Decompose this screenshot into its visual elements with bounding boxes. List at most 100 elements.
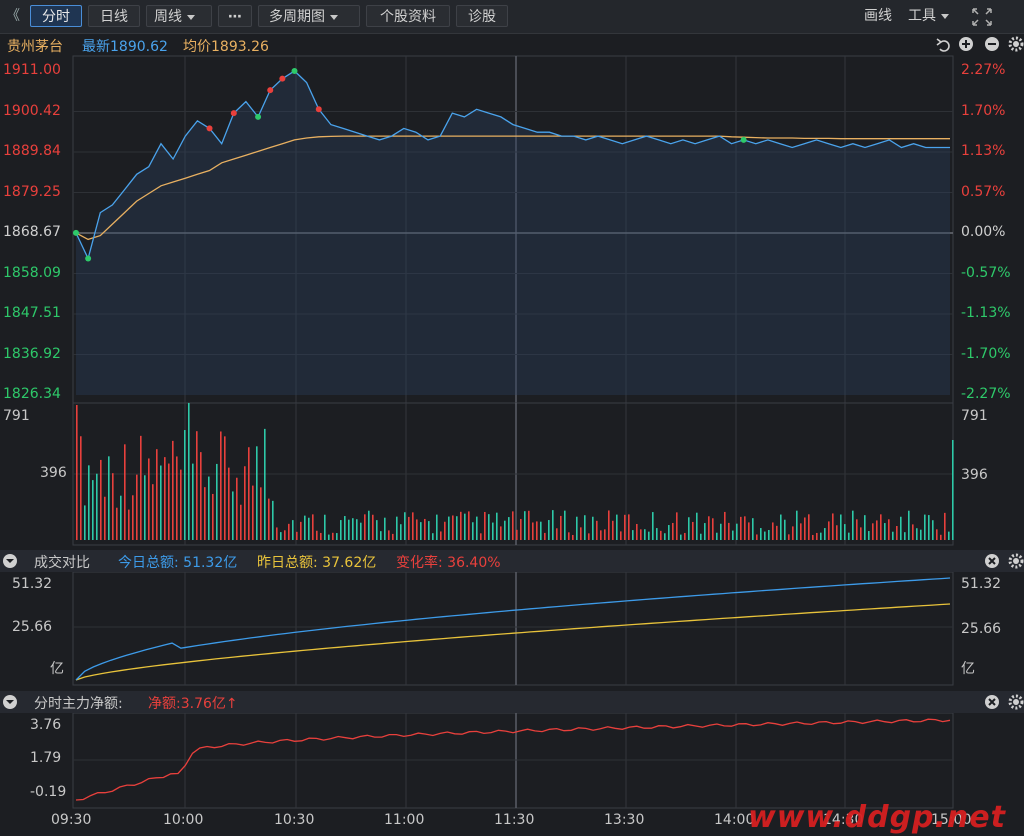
volume-bar	[120, 495, 122, 540]
volume-bar	[748, 522, 750, 540]
volume-bar	[200, 452, 202, 540]
volume-bar	[76, 405, 78, 540]
price-axis-label: 1826.34	[3, 386, 61, 402]
signal-dot	[279, 75, 286, 82]
collapse-icon[interactable]	[3, 695, 17, 709]
volume-axis-mid: 396	[40, 465, 67, 481]
volume-bar	[84, 505, 86, 540]
volume-bar	[312, 514, 314, 540]
volume-bar	[796, 510, 798, 540]
volume-bar	[744, 516, 746, 540]
volume-bar	[860, 527, 862, 540]
volume-bar	[832, 513, 834, 540]
volume-bar	[240, 504, 242, 540]
volume-bar	[96, 473, 98, 540]
volume-bar	[736, 523, 738, 540]
volume-bar	[180, 469, 182, 540]
volume-bar	[576, 516, 578, 540]
volume-bar	[940, 534, 942, 540]
volume-bar	[700, 533, 702, 540]
volume-bar	[320, 532, 322, 540]
volume-bar	[324, 514, 326, 540]
volume-bar	[784, 519, 786, 540]
volume-bar	[668, 525, 670, 540]
volume-bar	[432, 533, 434, 540]
time-axis-label: 11:00	[384, 812, 425, 828]
volume-bar	[500, 526, 502, 540]
volume-bar	[792, 526, 794, 540]
volume-bar	[340, 520, 342, 540]
volume-bar	[400, 524, 402, 540]
volume-bar	[912, 524, 914, 540]
settings-gear-icon[interactable]	[1008, 694, 1024, 710]
volume-bar	[660, 530, 662, 540]
volume-bar	[488, 514, 490, 540]
time-axis-label: 10:30	[274, 812, 315, 828]
collapse-icon[interactable]	[3, 554, 17, 568]
volume-bar	[732, 530, 734, 540]
percent-axis-label: -2.27%	[961, 386, 1011, 402]
volume-bar	[208, 476, 210, 540]
volume-bar	[820, 532, 822, 540]
settings-gear-icon[interactable]	[1008, 553, 1024, 569]
volume-bar	[360, 522, 362, 540]
volume-bar	[948, 531, 950, 540]
volume-bar	[152, 484, 154, 540]
close-icon[interactable]	[985, 554, 999, 568]
signal-dot	[230, 110, 237, 117]
volume-bar	[480, 533, 482, 540]
volume-bar	[908, 510, 910, 540]
price-axis-label: 1889.84	[3, 143, 61, 159]
volume-bar	[332, 532, 334, 540]
volume-bar	[708, 516, 710, 540]
volume-bar	[728, 522, 730, 540]
volume-bar	[248, 447, 250, 540]
volume-bar	[672, 522, 674, 540]
volume-bar	[492, 522, 494, 540]
volume-bar	[276, 527, 278, 540]
yesterday-turnover-label: 昨日总额:	[257, 555, 318, 571]
volume-bar	[220, 431, 222, 540]
volume-bar	[420, 522, 422, 540]
volume-bar	[436, 514, 438, 540]
volume-bar	[280, 532, 282, 540]
volume-bar	[336, 533, 338, 540]
volume-bar	[136, 474, 138, 540]
volume-bar	[216, 463, 218, 540]
volume-bar	[552, 510, 554, 540]
volume-bar	[272, 500, 274, 540]
volume-bar	[752, 518, 754, 540]
volume-bar	[572, 534, 574, 540]
signal-dot	[206, 125, 213, 132]
turnover-axis-max-right: 51.32	[961, 576, 1002, 592]
change-rate-label: 变化率:	[396, 555, 443, 571]
today-turnover-line	[75, 577, 951, 681]
volume-bar	[676, 512, 678, 540]
turnover-axis-unit: 亿	[50, 661, 64, 677]
percent-axis-label: 0.57%	[961, 183, 1006, 200]
volume-bar	[804, 517, 806, 540]
turnover-axis-unit-right: 亿	[961, 661, 975, 677]
signal-dot	[73, 229, 79, 236]
volume-bar	[548, 520, 550, 540]
volume-bar	[740, 516, 742, 540]
percent-axis-label: -1.70%	[961, 345, 1011, 362]
volume-bar	[544, 532, 546, 540]
volume-bar	[952, 440, 954, 540]
volume-bar	[116, 507, 118, 540]
volume-bar	[916, 528, 918, 540]
volume-bar	[260, 487, 262, 540]
percent-axis-label: 0.00%	[961, 224, 1006, 240]
volume-bar	[892, 531, 894, 540]
volume-bar	[304, 515, 306, 540]
volume-bar	[712, 518, 714, 540]
turnover-axis-mid: 25.66	[12, 619, 53, 635]
volume-bar	[328, 534, 330, 540]
time-axis-label: 09:30	[51, 812, 92, 828]
volume-bar	[376, 520, 378, 540]
volume-bar	[924, 514, 926, 540]
volume-bar	[392, 533, 394, 540]
volume-bar	[300, 521, 302, 540]
yesterday-turnover-value: 37.62亿	[322, 555, 377, 571]
close-icon[interactable]	[985, 695, 999, 709]
